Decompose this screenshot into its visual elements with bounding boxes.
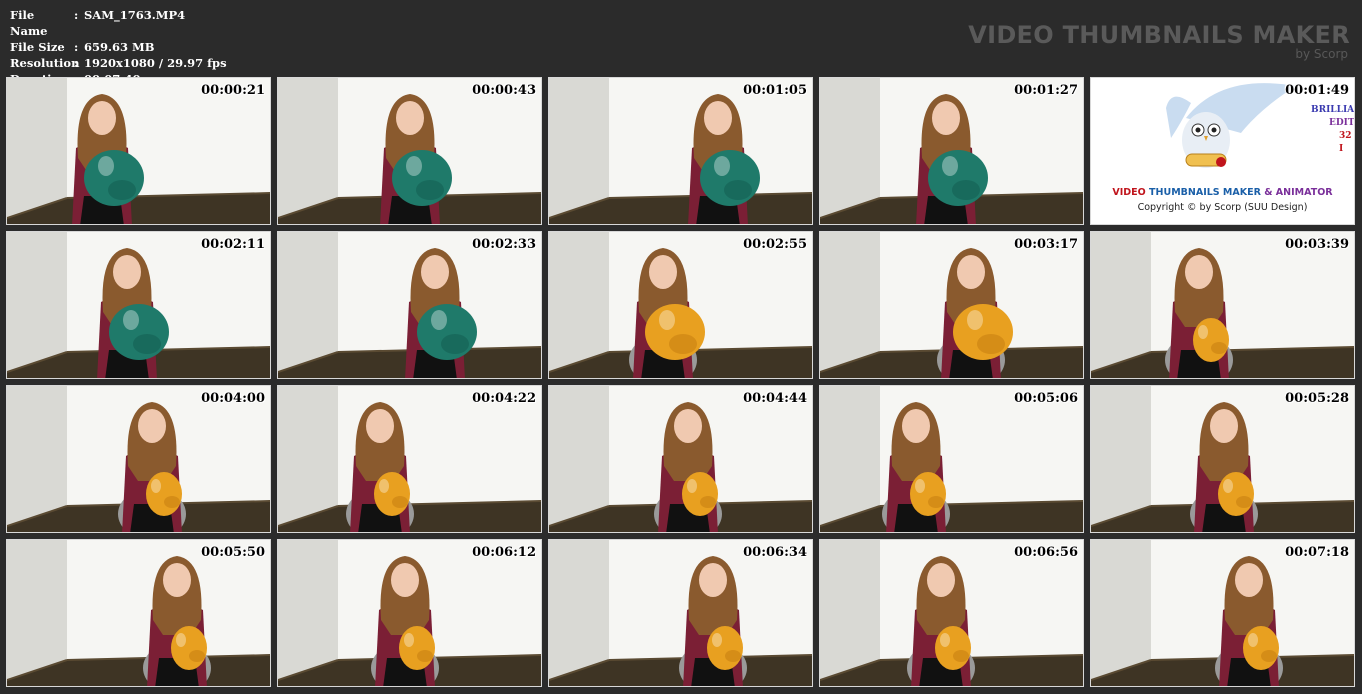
- file-info-separator: :: [74, 56, 79, 70]
- brand-title: VIDEO THUMBNAILS MAKER: [968, 21, 1350, 49]
- thumbnail-timestamp: 00:03:17: [1014, 237, 1078, 252]
- logo-name-part: THUMBNAILS MAKER: [1149, 187, 1261, 198]
- thumbnail-timestamp: 00:05:28: [1285, 391, 1349, 406]
- thumbnail-timestamp: 00:02:55: [743, 237, 807, 252]
- video-frame-image: [1091, 386, 1354, 532]
- video-thumbnail[interactable]: 00:03:17: [819, 231, 1084, 379]
- file-info-key: File Name: [10, 8, 48, 38]
- thumbnail-timestamp: 00:04:00: [201, 391, 265, 406]
- video-thumbnail[interactable]: 00:05:28: [1090, 385, 1355, 533]
- file-info-value: SAM_1763.MP4: [84, 8, 186, 22]
- video-frame-image: [278, 540, 541, 686]
- video-frame-image: [1091, 232, 1354, 378]
- video-frame-image: [278, 232, 541, 378]
- thumbnail-timestamp: 00:01:05: [743, 83, 807, 98]
- video-frame-image: [820, 386, 1083, 532]
- video-thumbnail[interactable]: 00:00:43: [277, 77, 542, 225]
- video-frame-image: [549, 232, 812, 378]
- file-info-value: 1920x1080 / 29.97 fps: [84, 56, 227, 70]
- file-info-key: File Size: [10, 40, 65, 54]
- thumbnail-timestamp: 00:05:06: [1014, 391, 1078, 406]
- video-frame-image: [820, 78, 1083, 224]
- logo-name-part: VIDEO: [1112, 187, 1146, 198]
- logo-name-part: & ANIMATOR: [1264, 187, 1333, 198]
- file-info-row: File Size:659.63 MB: [10, 39, 227, 55]
- thumbnail-timestamp: 00:06:12: [472, 545, 536, 560]
- video-thumbnail[interactable]: 00:03:39: [1090, 231, 1355, 379]
- brand-watermark: VIDEO THUMBNAILS MAKER by Scorp: [968, 22, 1350, 60]
- video-frame-image: [549, 540, 812, 686]
- video-thumbnail[interactable]: 00:07:18: [1090, 539, 1355, 687]
- file-info-row: File Name: SAM_1763.MP4: [10, 7, 227, 39]
- thumbnail-timestamp: 00:04:44: [743, 391, 807, 406]
- thumbnail-timestamp: 00:06:34: [743, 545, 807, 560]
- logo-side-line: 32 I: [1339, 131, 1352, 154]
- logo-product-name: VIDEO THUMBNAILS MAKER & ANIMATOR: [1091, 187, 1354, 198]
- video-thumbnail[interactable]: 00:01:05: [548, 77, 813, 225]
- video-thumbnail[interactable]: 00:06:34: [548, 539, 813, 687]
- video-frame-image: [549, 78, 812, 224]
- video-frame-image: [7, 540, 270, 686]
- file-info-value: 659.63 MB: [84, 40, 155, 54]
- video-frame-image: [820, 540, 1083, 686]
- thumbnail-timestamp: 00:00:43: [472, 83, 536, 98]
- video-thumbnail[interactable]: 00:01:27: [819, 77, 1084, 225]
- logo-copyright: Copyright © by Scorp (SUU Design): [1137, 202, 1308, 213]
- thumbnail-timestamp: 00:03:39: [1285, 237, 1349, 252]
- video-thumbnail[interactable]: 00:02:33: [277, 231, 542, 379]
- video-thumbnail[interactable]: 00:00:21: [6, 77, 271, 225]
- thumbnail-timestamp: 00:06:56: [1014, 545, 1078, 560]
- video-thumbnail[interactable]: 00:04:00: [6, 385, 271, 533]
- thumbnail-timestamp: 00:07:18: [1285, 545, 1349, 560]
- video-thumbnail[interactable]: 00:02:55: [548, 231, 813, 379]
- video-thumbnail[interactable]: 00:04:44: [548, 385, 813, 533]
- logo-side-text: BRILLIA EDITI 32 I: [1311, 104, 1355, 156]
- video-frame-image: [278, 386, 541, 532]
- logo-side-line: BRILLIA: [1311, 105, 1355, 115]
- file-info-key: Resolution: [10, 56, 80, 70]
- thumbnail-timestamp: 00:01:27: [1014, 83, 1078, 98]
- video-thumbnail[interactable]: 00:05:50: [6, 539, 271, 687]
- video-frame-image: [7, 386, 270, 532]
- brand-subtitle: by Scorp: [1295, 47, 1348, 61]
- thumbnail-timestamp: 00:02:33: [472, 237, 536, 252]
- video-thumbnail[interactable]: 00:06:12: [277, 539, 542, 687]
- thumbnail-timestamp: 00:02:11: [201, 237, 265, 252]
- logo-side-line: EDITI: [1329, 118, 1355, 128]
- video-thumbnail[interactable]: 00:06:56: [819, 539, 1084, 687]
- video-frame-image: [278, 78, 541, 224]
- thumbnail-timestamp: 00:01:49: [1285, 83, 1349, 98]
- video-frame-image: [1091, 540, 1354, 686]
- video-frame-image: [7, 232, 270, 378]
- video-thumbnail[interactable]: 00:02:11: [6, 231, 271, 379]
- file-info-panel: File Name: SAM_1763.MP4 File Size:659.63 M…: [10, 7, 227, 87]
- file-info-separator: :: [74, 40, 79, 54]
- file-info-separator: :: [74, 8, 79, 22]
- thumbnail-grid: 00:00:21 00:00:43 00:01:05 00:01:27 BRIL…: [6, 77, 1357, 689]
- thumbnail-timestamp: 00:05:50: [201, 545, 265, 560]
- logo-thumbnail[interactable]: BRILLIA EDITI 32 I VIDEO THUMBNAILS MAKE…: [1090, 77, 1355, 225]
- thumbnail-timestamp: 00:04:22: [472, 391, 536, 406]
- video-thumbnail[interactable]: 00:04:22: [277, 385, 542, 533]
- video-frame-image: [820, 232, 1083, 378]
- file-info-row: Resolution:1920x1080 / 29.97 fps: [10, 55, 227, 71]
- video-thumbnail[interactable]: 00:05:06: [819, 385, 1084, 533]
- thumbnail-timestamp: 00:00:21: [201, 83, 265, 98]
- video-frame-image: [549, 386, 812, 532]
- video-frame-image: [7, 78, 270, 224]
